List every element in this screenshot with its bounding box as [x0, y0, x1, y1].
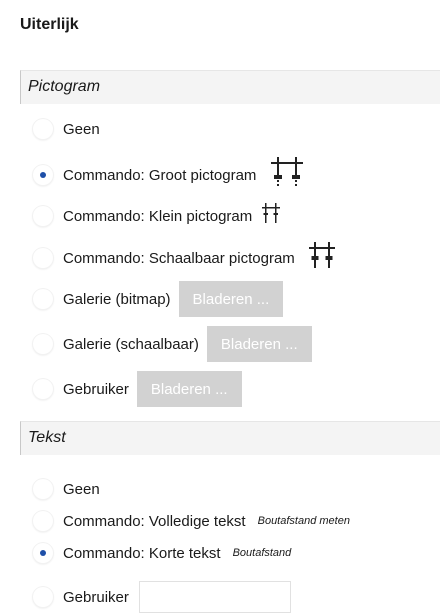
section-title: Uiterlijk — [20, 16, 79, 33]
radio-button[interactable] — [33, 511, 53, 531]
radio-button[interactable] — [33, 289, 53, 309]
browse-button-bitmap[interactable]: Bladeren ... — [178, 281, 284, 317]
radio-pictogram-groot[interactable]: Commando: Groot pictogram — [33, 156, 304, 194]
option-label: Gebruiker — [63, 380, 129, 398]
radio-button[interactable] — [33, 248, 53, 268]
radio-pictogram-galerie-schaalbaar[interactable]: Galerie (schaalbaar) Bladeren ... — [33, 326, 312, 362]
radio-button[interactable] — [33, 334, 53, 354]
browse-button-gebruiker[interactable]: Bladeren ... — [136, 371, 242, 407]
option-label: Commando: Volledige tekst — [63, 512, 246, 530]
browse-button-schaalbaar[interactable]: Bladeren ... — [206, 326, 312, 362]
radio-button[interactable] — [33, 479, 53, 499]
radio-pictogram-gebruiker[interactable]: Gebruiker Bladeren ... — [33, 371, 242, 407]
radio-tekst-gebruiker[interactable]: Gebruiker — [33, 580, 291, 614]
radio-button-selected[interactable] — [33, 165, 53, 185]
option-label: Commando: Klein pictogram — [63, 207, 253, 225]
custom-text-input[interactable] — [138, 581, 291, 613]
tekst-header-label: Tekst — [28, 429, 66, 446]
radio-button[interactable] — [33, 206, 53, 226]
radio-button[interactable] — [33, 587, 53, 607]
radio-button[interactable] — [33, 379, 53, 399]
option-label: Galerie (schaalbaar) — [63, 335, 199, 353]
crossbar-scalable-icon — [308, 242, 335, 274]
option-label: Commando: Groot pictogram — [63, 166, 257, 184]
radio-tekst-kort[interactable]: Commando: Korte tekst Boutafstand — [33, 540, 291, 566]
option-label: Geen — [63, 480, 100, 498]
option-label: Commando: Schaalbaar pictogram — [63, 249, 295, 267]
option-label: Geen — [63, 120, 100, 138]
option-label: Galerie (bitmap) — [63, 290, 171, 308]
option-label: Commando: Korte tekst — [63, 544, 221, 562]
crossbar-small-icon — [262, 203, 281, 229]
radio-tekst-volledig[interactable]: Commando: Volledige tekst Boutafstand me… — [33, 508, 350, 534]
preview-text-label: Boutafstand meten — [257, 515, 350, 527]
pictogram-header-label: Pictogram — [28, 78, 101, 95]
radio-button-selected[interactable] — [33, 543, 53, 563]
crossbar-large-icon — [270, 156, 304, 194]
radio-pictogram-galerie-bitmap[interactable]: Galerie (bitmap) Bladeren ... — [33, 281, 284, 317]
radio-pictogram-schaalbaar[interactable]: Commando: Schaalbaar pictogram — [33, 242, 335, 274]
radio-button[interactable] — [33, 119, 53, 139]
radio-pictogram-geen[interactable]: Geen — [33, 116, 100, 142]
preview-text-label: Boutafstand — [232, 547, 292, 559]
radio-tekst-geen[interactable]: Geen — [33, 476, 100, 502]
tekst-group-header: Tekst — [20, 421, 440, 455]
option-label: Gebruiker — [63, 588, 129, 606]
pictogram-group-header: Pictogram — [20, 70, 440, 104]
radio-pictogram-klein[interactable]: Commando: Klein pictogram — [33, 203, 281, 229]
